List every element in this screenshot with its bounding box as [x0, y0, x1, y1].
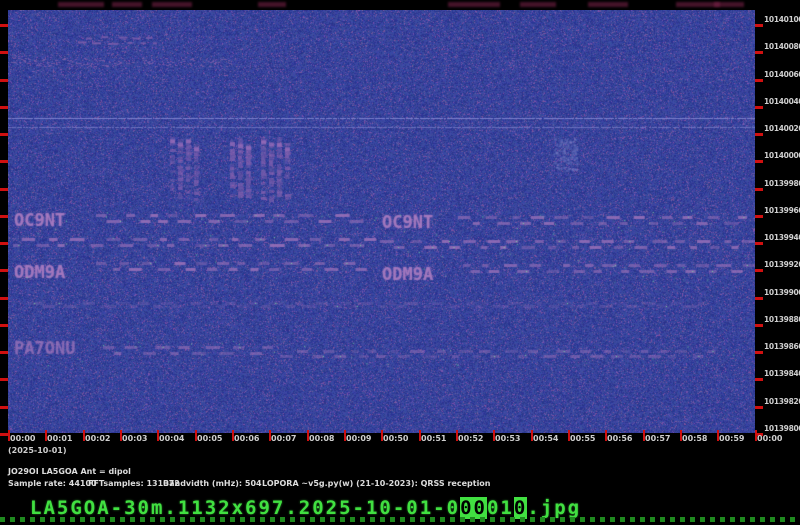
frequency-tick-right [755, 215, 763, 218]
counter-digit: 0 [486, 497, 501, 519]
time-label: 00:56 [607, 434, 633, 443]
time-label: 00:51 [421, 434, 447, 443]
counter-digit: 0 [513, 497, 528, 519]
frequency-label: 10139980 [764, 179, 800, 188]
time-label: 00:09 [346, 434, 372, 443]
frequency-tick-left [0, 269, 8, 272]
frequency-label: 10140040 [764, 97, 800, 106]
frequency-label: 10140060 [764, 70, 800, 79]
frequency-label: 10139880 [764, 315, 800, 324]
time-label: 00:05 [197, 434, 223, 443]
time-label: 00:06 [234, 434, 260, 443]
filename-suffix: .jpg [527, 497, 582, 519]
frequency-tick-right [755, 269, 763, 272]
frequency-tick-right [755, 324, 763, 327]
frequency-label: 10139820 [764, 397, 800, 406]
frequency-label: 10139800 [764, 424, 800, 433]
time-label: 00:03 [122, 434, 148, 443]
top-strip-artifact [714, 2, 744, 7]
frequency-tick-left [0, 133, 8, 136]
frequency-label: 10140080 [764, 42, 800, 51]
time-label: 00:54 [533, 434, 559, 443]
frequency-label: 10139840 [764, 369, 800, 378]
top-strip-artifact [448, 2, 500, 7]
time-label: 00:52 [458, 434, 484, 443]
counter-digit: 0 [460, 497, 474, 519]
frequency-label: 10140000 [764, 151, 800, 160]
time-label: 00:53 [495, 434, 521, 443]
qrss-grabber-screen: 10140100 10140080 10140060 10140040 10140020… [0, 0, 800, 525]
frequency-tick-left [0, 24, 8, 27]
top-strip-artifact [258, 2, 286, 7]
top-strip-artifact [58, 2, 104, 7]
frequency-tick-left [0, 406, 8, 409]
frequency-tick-right [755, 24, 763, 27]
frequency-tick-left [0, 324, 8, 327]
frequency-tick-left [0, 215, 8, 218]
frequency-label: 10140100 [764, 15, 800, 24]
frequency-label: 10139860 [764, 342, 800, 351]
counter-digit: 0 [473, 497, 487, 519]
frequency-tick-right [755, 242, 763, 245]
filename-prefix: LA5GOA-30m.1132x697.2025-10-01- [30, 497, 447, 519]
counter-digit: 0 [446, 497, 461, 519]
frequency-label: 10139900 [764, 288, 800, 297]
frequency-tick-left [0, 297, 8, 300]
time-label: 00:55 [570, 434, 596, 443]
frequency-label: 10139920 [764, 260, 800, 269]
time-label: 00:59 [719, 434, 745, 443]
time-label: 00:00 [757, 434, 783, 443]
frequency-tick-right [755, 297, 763, 300]
top-strip-artifact [152, 2, 192, 7]
frequency-tick-right [755, 133, 763, 136]
frequency-tick-left [0, 51, 8, 54]
frequency-label: 10139960 [764, 206, 800, 215]
frequency-tick-right [755, 160, 763, 163]
frequency-tick-right [755, 79, 763, 82]
frequency-tick-right [755, 188, 763, 191]
sample-rate-label: Sample rate: 44100 [8, 479, 97, 488]
station-info: JO29OI LA5GOA Ant = dipol [8, 467, 131, 476]
frequency-tick-left [0, 242, 8, 245]
time-label: 00:02 [85, 434, 111, 443]
bandwidth-label: Bandvidth (mHz): 504 [163, 479, 262, 488]
frequency-label: 10140020 [764, 124, 800, 133]
frequency-tick-left [0, 433, 8, 436]
frequency-tick-left [0, 79, 8, 82]
frequency-tick-right [755, 106, 763, 109]
frequency-tick-left [0, 351, 8, 354]
frequency-label: 10139940 [764, 233, 800, 242]
frequency-tick-right [755, 51, 763, 54]
top-strip-artifact [520, 2, 556, 7]
frequency-tick-right [755, 406, 763, 409]
time-label: 00:50 [383, 434, 409, 443]
time-label: 00:57 [645, 434, 671, 443]
spectrogram-canvas [8, 10, 755, 433]
time-label: 00:08 [309, 434, 335, 443]
dotted-separator [0, 517, 800, 522]
frequency-tick-left [0, 160, 8, 163]
frequency-tick-left [0, 188, 8, 191]
time-label: 00:01 [47, 434, 73, 443]
date-label: (2025-10-01) [8, 446, 67, 455]
time-label: 00:58 [682, 434, 708, 443]
filename-text: LA5GOA-30m.1132x697.2025-10-01-000010.jp… [30, 497, 581, 519]
frequency-tick-left [0, 106, 8, 109]
top-strip-artifact [588, 2, 628, 7]
time-label: 00:00 [10, 434, 36, 443]
top-strip-artifact [112, 2, 142, 7]
time-label: 00:07 [271, 434, 297, 443]
frequency-tick-left [0, 378, 8, 381]
frequency-tick-right [755, 378, 763, 381]
software-label: LOPORA ~v5g.py(w) (21-10-2023): QRSS rec… [262, 479, 491, 488]
time-label: 00:04 [159, 434, 185, 443]
counter-digit: 1 [500, 497, 514, 519]
frequency-tick-right [755, 351, 763, 354]
filename-counter: 000010 [447, 497, 528, 519]
